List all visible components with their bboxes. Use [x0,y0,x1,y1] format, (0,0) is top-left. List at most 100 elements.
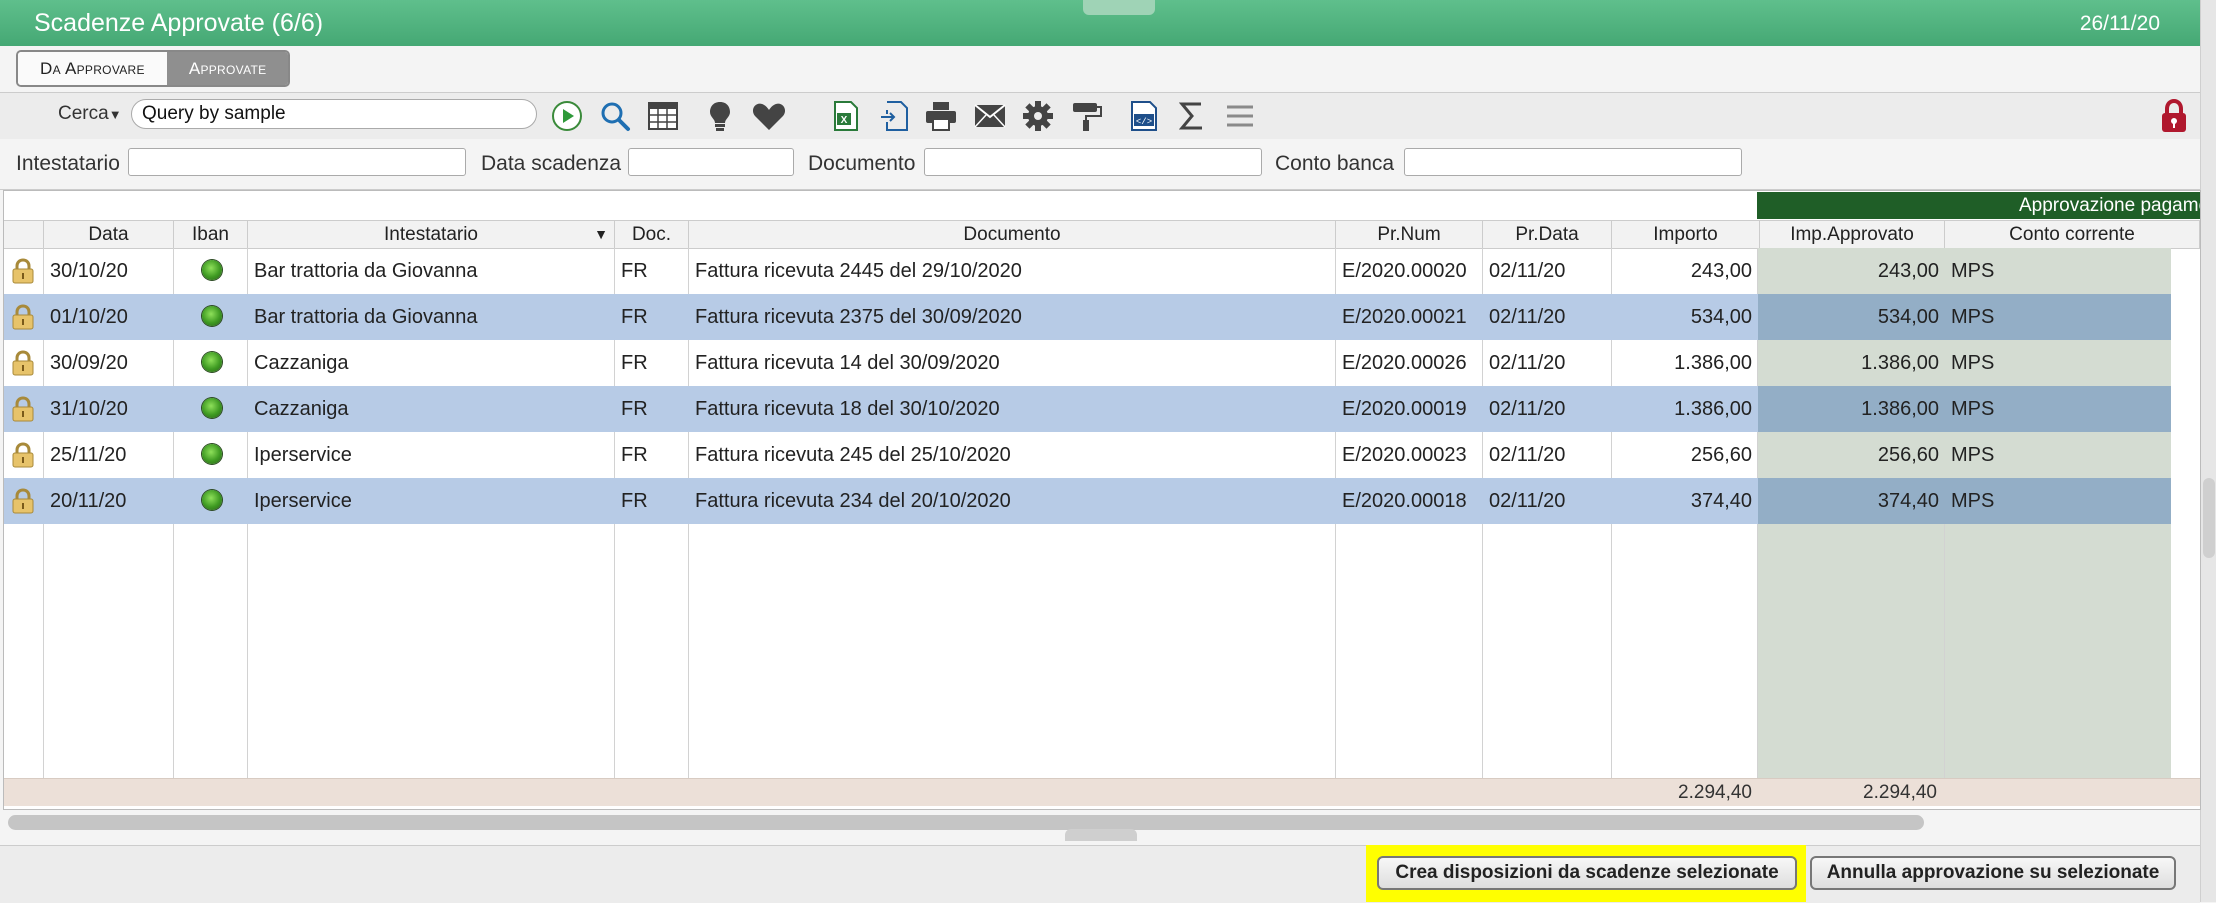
table-row[interactable]: 30/09/20 Cazzaniga FR Fattura ricevuta 1… [4,340,2171,386]
cell-importo: 1.386,00 [1674,352,1752,374]
cell-conto-corrente[interactable]: MPS [1945,340,2171,386]
search-icon[interactable] [597,98,633,134]
cell-iban [174,478,248,524]
table-row[interactable]: 20/11/20 Iperservice FR Fattura ricevuta… [4,478,2171,524]
cell-doc: FR [621,260,648,282]
table-row[interactable]: 30/10/20 Bar trattoria da Giovanna FR Fa… [4,248,2171,294]
cell-imp-approvato[interactable]: 1.386,00 [1758,340,1945,386]
conto-banca-filter-label: Conto banca [1275,152,1395,175]
code-icon[interactable]: </> [1126,98,1162,134]
cell-imp-approvato[interactable]: 256,60 [1758,432,1945,478]
toolbar: Cerca▼ X </> [0,92,2200,140]
status-dot-icon [202,260,223,280]
tab-approvate[interactable]: Approvate [166,52,289,85]
cell-data: 30/10/20 [50,260,128,282]
cell-imp-approvato[interactable]: 1.386,00 [1758,386,1945,432]
col-header-imp-approvato[interactable]: Imp.Approvato [1760,221,1945,248]
cell-iban [174,432,248,478]
cell-prnum: E/2020.00020 [1342,260,1467,282]
search-mode-label: Cerca [58,103,109,124]
cell-iban [174,248,248,294]
search-input[interactable] [131,99,537,129]
conto-banca-filter-input[interactable] [1404,148,1742,176]
documento-filter-label: Documento [808,152,916,175]
documento-filter-input[interactable] [924,148,1262,176]
intestatario-filter-label: Intestatario [16,152,120,175]
col-header-conto-corrente[interactable]: Conto corrente [1945,221,2200,248]
cell-conto-corrente[interactable]: MPS [1945,248,2171,294]
cell-doc: FR [621,398,648,420]
play-icon[interactable] [549,98,585,134]
lock-icon [12,304,34,330]
cell-prnum: E/2020.00026 [1342,352,1467,374]
resize-grip[interactable] [1065,829,1137,841]
status-dot-icon [202,352,223,372]
vertical-scrollbar[interactable] [2200,0,2216,902]
cell-imp-approvato[interactable]: 243,00 [1758,248,1945,294]
totals-row: 2.294,40 2.294,40 [4,778,2200,806]
col-header-prnum[interactable]: Pr.Num [1336,221,1483,248]
resize-grip[interactable] [1083,0,1155,15]
cell-importo: 374,40 [1690,490,1752,512]
table-icon[interactable] [645,98,681,134]
tab-da-approvare[interactable]: Da Approvare [18,52,167,85]
search-mode-dropdown[interactable]: Cerca▼ [58,103,122,125]
print-icon[interactable] [923,98,959,134]
cell-intestatario: Bar trattoria da Giovanna [254,260,478,282]
cell-intestatario: Cazzaniga [254,398,349,420]
cell-prdata: 02/11/20 [1489,352,1566,374]
import-icon[interactable] [876,98,912,134]
total-importo: 2.294,40 [1678,782,1752,803]
col-header-data[interactable]: Data [44,221,174,248]
cell-doc: FR [621,352,648,374]
cell-prnum: E/2020.00018 [1342,490,1467,512]
lock-icon [12,442,34,468]
table-row[interactable]: 25/11/20 Iperservice FR Fattura ricevuta… [4,432,2171,478]
lock-icon[interactable] [2158,98,2190,133]
heart-icon[interactable] [751,98,787,134]
sort-down-icon: ▼ [594,226,608,242]
cell-importo: 534,00 [1690,306,1752,328]
table-row[interactable]: 01/10/20 Bar trattoria da Giovanna FR Fa… [4,294,2171,340]
cell-conto-corrente[interactable]: MPS [1945,478,2171,524]
vertical-scroll-thumb[interactable] [2203,478,2215,558]
lock-icon [12,396,34,422]
col-header-documento[interactable]: Documento [689,221,1336,248]
cell-data: 01/10/20 [50,306,128,328]
cell-importo: 243,00 [1690,260,1752,282]
cell-documento: Fattura ricevuta 14 del 30/09/2020 [695,352,1000,374]
cell-iban [174,294,248,340]
svg-text:</>: </> [1136,117,1152,127]
cell-iban [174,386,248,432]
cell-imp-approvato[interactable]: 374,40 [1758,478,1945,524]
lightbulb-icon[interactable] [702,98,738,134]
status-dot-icon [202,306,223,326]
table-row[interactable]: 31/10/20 Cazzaniga FR Fattura ricevuta 1… [4,386,2171,432]
cell-imp-approvato[interactable]: 534,00 [1758,294,1945,340]
svg-text:X: X [841,115,848,126]
mail-icon[interactable] [972,98,1008,134]
excel-export-icon[interactable]: X [828,98,864,134]
cell-conto-corrente[interactable]: MPS [1945,294,2171,340]
col-header-doc[interactable]: Doc. [615,221,689,248]
cell-documento: Fattura ricevuta 2445 del 29/10/2020 [695,260,1022,282]
cell-doc: FR [621,490,648,512]
horizontal-scrollbar[interactable] [8,815,1924,830]
data-scadenza-filter-input[interactable] [628,148,794,176]
col-header-prdata[interactable]: Pr.Data [1483,221,1612,248]
cell-conto-corrente[interactable]: MPS [1945,432,2171,478]
cell-conto-corrente[interactable]: MPS [1945,386,2171,432]
data-scadenza-filter-label: Data scadenza [481,152,622,175]
cell-prnum: E/2020.00023 [1342,444,1467,466]
intestatario-filter-input[interactable] [128,148,466,176]
col-header-intestatario[interactable]: Intestatario ▼ [248,221,615,248]
cancel-approval-button[interactable]: Annulla approvazione su selezionate [1810,856,2176,890]
menu-icon[interactable] [1222,98,1258,134]
paint-roller-icon[interactable] [1069,98,1105,134]
create-dispositions-button[interactable]: Crea disposizioni da scadenze selezionat… [1377,856,1797,890]
gear-icon[interactable] [1020,98,1056,134]
col-header-iban[interactable]: Iban [174,221,248,248]
cell-data: 30/09/20 [50,352,128,374]
col-header-importo[interactable]: Importo [1612,221,1760,248]
sum-icon[interactable] [1174,98,1210,134]
